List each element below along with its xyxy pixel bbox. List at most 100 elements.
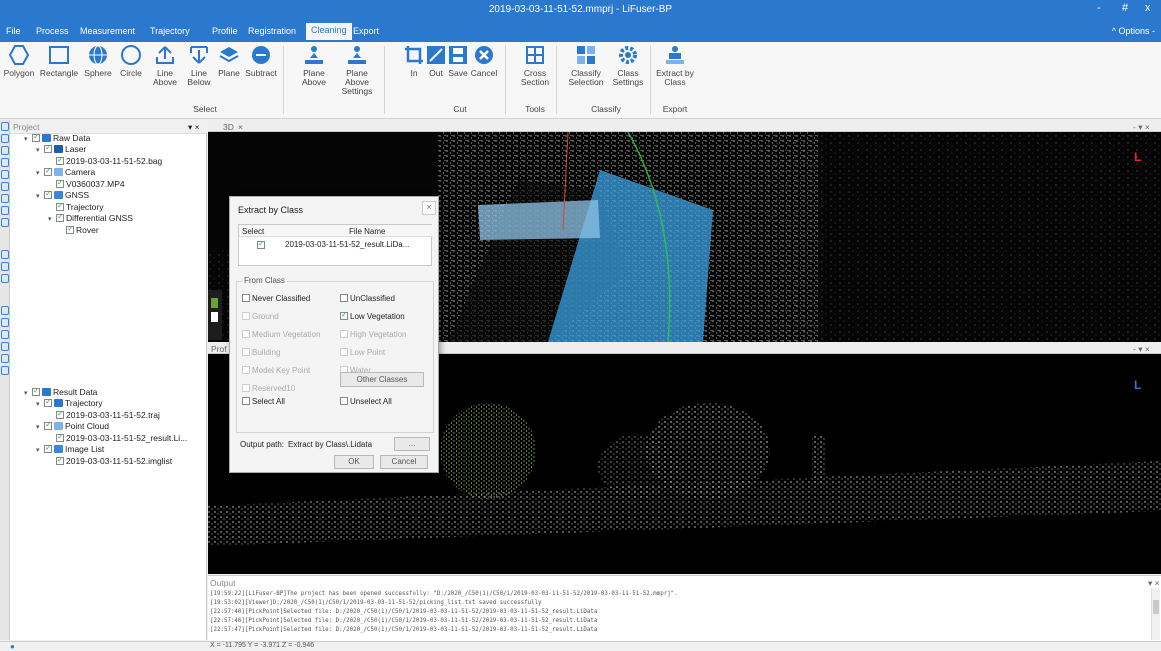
strip-tool-icon[interactable] xyxy=(1,134,9,143)
class-checkbox[interactable] xyxy=(340,310,348,320)
output-scrollbar[interactable] xyxy=(1151,588,1160,640)
subtract-button[interactable]: Subtract xyxy=(243,44,279,78)
plane-above-settings-button[interactable]: Plane Above Settings xyxy=(334,44,380,96)
strip-tool-icon[interactable] xyxy=(1,122,9,131)
rectangle-button[interactable]: Rectangle xyxy=(38,44,80,78)
strip-tool-icon[interactable] xyxy=(1,330,9,339)
strip-tool-icon[interactable] xyxy=(1,366,9,375)
class-checkbox[interactable] xyxy=(242,294,250,302)
profile-view-controls[interactable]: - ▾ × xyxy=(1133,344,1150,355)
dialog-title: Extract by Class xyxy=(238,205,304,215)
plane-button[interactable]: Plane xyxy=(214,44,244,78)
3d-view-controls[interactable]: - ▾ × xyxy=(1133,122,1150,133)
profile-tab[interactable]: Prof xyxy=(211,344,227,354)
tree-camera[interactable]: ▾Camera xyxy=(36,166,96,177)
menu-trajectory[interactable]: Trajectory xyxy=(150,26,190,36)
plane-above-button[interactable]: Plane Above xyxy=(296,44,332,87)
strip-tool-icon[interactable] xyxy=(1,354,9,363)
cross-section-button[interactable]: Cross Section xyxy=(518,44,552,87)
select-column-header[interactable]: Select xyxy=(242,227,264,236)
menu-measurement[interactable]: Measurement xyxy=(80,26,135,36)
strip-tool-icon[interactable] xyxy=(1,158,9,167)
person-plane-settings-icon xyxy=(348,46,366,64)
strip-tool-icon[interactable] xyxy=(1,218,9,227)
strip-tool-icon[interactable] xyxy=(1,170,9,179)
unselect-all-option[interactable]: Unselect All xyxy=(340,396,392,406)
circle-button[interactable]: Circle xyxy=(116,44,146,78)
tree-point-cloud[interactable]: ▾Point Cloud xyxy=(36,420,109,431)
class-option[interactable]: Low Vegetation xyxy=(340,310,405,321)
strip-tool-icon[interactable] xyxy=(1,274,9,283)
tree-laser[interactable]: ▾Laser xyxy=(36,143,86,154)
from-class-label: From Class xyxy=(242,276,287,285)
output-path-value[interactable]: Extract by Class\.Lidata xyxy=(288,440,388,449)
tree-result-data[interactable]: ▾Result Data xyxy=(24,386,97,397)
cut-cancel-button[interactable]: Cancel xyxy=(470,44,498,78)
tree-mp4-file[interactable]: V0360037.MP4 xyxy=(56,178,125,189)
select-all-option[interactable]: Select All xyxy=(242,396,285,406)
tree-imglist-file[interactable]: 2019-03-03-11-51-52.imglist xyxy=(56,455,172,466)
cut-save-button[interactable]: Save xyxy=(446,44,470,78)
save-icon xyxy=(449,46,467,64)
project-panel-pin[interactable]: ▾ × xyxy=(188,122,200,133)
menu-file[interactable]: File xyxy=(6,26,21,36)
class-option[interactable]: Never Classified xyxy=(242,293,310,303)
cut-in-button[interactable]: In xyxy=(402,44,426,78)
options-menu[interactable]: ^ Options - xyxy=(1112,26,1155,36)
menu-profile[interactable]: Profile xyxy=(212,26,238,36)
strip-tool-icon[interactable] xyxy=(1,306,9,315)
3d-tab[interactable]: 3D xyxy=(223,122,234,132)
line-below-button[interactable]: Line Below xyxy=(184,44,214,87)
strip-tool-icon[interactable] xyxy=(1,318,9,327)
strip-tool-icon[interactable] xyxy=(1,262,9,271)
3d-tab-close[interactable]: × xyxy=(238,122,243,132)
class-settings-button[interactable]: Class Settings xyxy=(610,44,646,87)
classify-selection-button[interactable]: Classify Selection xyxy=(566,44,606,87)
tree-image-list[interactable]: ▾Image List xyxy=(36,443,104,454)
polygon-button[interactable]: Polygon xyxy=(2,44,36,78)
tree-lidata-file[interactable]: 2019-03-03-11-51-52_result.Li... xyxy=(56,432,187,443)
tree-traj-file[interactable]: 2019-03-03-11-51-52.traj xyxy=(56,409,160,420)
cancel-button[interactable]: Cancel xyxy=(380,455,428,469)
class-checkbox[interactable] xyxy=(340,294,348,302)
menu-export[interactable]: Export xyxy=(353,26,379,36)
project-panel-title: Project xyxy=(13,122,40,132)
menu-cleaning[interactable]: Cleaning xyxy=(306,23,352,40)
maximize-button[interactable]: # xyxy=(1122,2,1128,14)
plane-label: Plane xyxy=(218,68,240,78)
cut-out-button[interactable]: Out xyxy=(424,44,448,78)
ok-button[interactable]: OK xyxy=(334,455,374,469)
tree-bag-file[interactable]: 2019-03-03-11-51-52.bag xyxy=(56,155,162,166)
other-classes-button[interactable]: Other Classes xyxy=(340,372,424,387)
file-row-name[interactable]: 2019-03-03-11-51-52_result.LiDa... xyxy=(285,240,409,249)
browse-button[interactable]: ... xyxy=(394,437,430,451)
tree-label: Raw Data xyxy=(53,133,91,143)
tree-gnss[interactable]: ▾GNSS xyxy=(36,189,89,200)
tree-trajectory[interactable]: Trajectory xyxy=(56,201,103,212)
close-button[interactable]: x xyxy=(1145,2,1151,14)
tree-raw-data[interactable]: ▾Raw Data xyxy=(24,132,91,143)
strip-tool-icon[interactable] xyxy=(1,182,9,191)
dialog-close-button[interactable]: × xyxy=(422,201,436,215)
line-above-button[interactable]: Line Above xyxy=(150,44,180,87)
menu-process[interactable]: Process xyxy=(36,26,69,36)
class-checkbox xyxy=(340,348,348,356)
strip-tool-icon[interactable] xyxy=(1,206,9,215)
filename-column-header[interactable]: File Name xyxy=(349,227,385,236)
file-row-checkbox[interactable] xyxy=(257,239,265,249)
tree-label: Camera xyxy=(65,167,96,177)
class-option: Medium Vegetation xyxy=(242,329,321,339)
strip-tool-icon[interactable] xyxy=(1,194,9,203)
strip-tool-icon[interactable] xyxy=(1,342,9,351)
tree-result-trajectory[interactable]: ▾Trajectory xyxy=(36,397,102,408)
sphere-button[interactable]: Sphere xyxy=(82,44,114,78)
extract-by-class-button[interactable]: Extract by Class xyxy=(654,44,696,87)
tree-rover[interactable]: Rover xyxy=(66,224,99,235)
log-line: [22:57:46][PickPoint]Selected file: D:/2… xyxy=(210,618,598,624)
strip-tool-icon[interactable] xyxy=(1,250,9,259)
class-option[interactable]: UnClassified xyxy=(340,293,395,303)
strip-tool-icon[interactable] xyxy=(1,146,9,155)
menu-registration[interactable]: Registration xyxy=(248,26,296,36)
minimize-button[interactable]: - xyxy=(1097,2,1101,14)
tree-differential-gnss[interactable]: ▾Differential GNSS xyxy=(48,212,133,223)
